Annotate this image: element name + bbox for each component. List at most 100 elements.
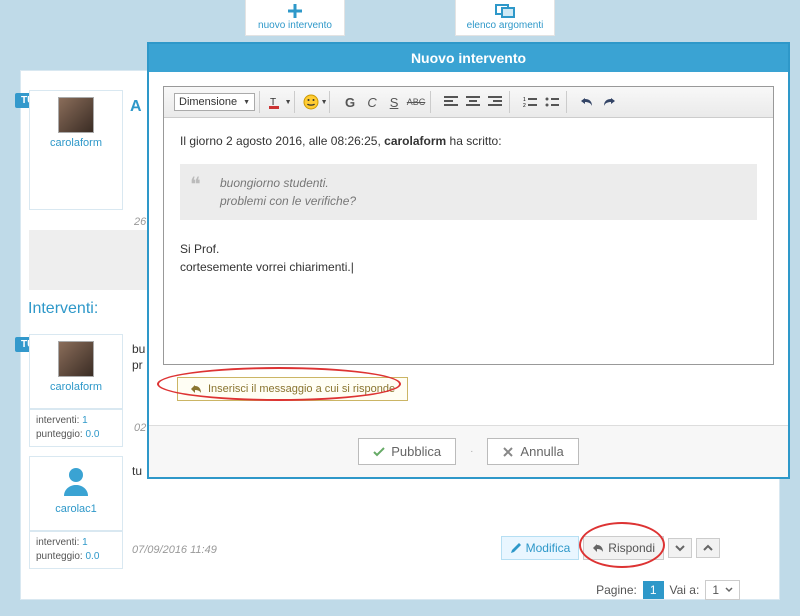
editor: Dimensione ▼ T ▼ ▼ G C S ABC [163,86,774,365]
stat-label: punteggio: [36,429,83,440]
align-right-icon [488,96,502,108]
modal-body: Dimensione ▼ T ▼ ▼ G C S ABC [149,72,788,425]
interventi-heading: Interventi: [28,300,98,318]
editor-toolbar: Dimensione ▼ T ▼ ▼ G C S ABC [164,87,773,118]
align-center-icon [466,96,480,108]
nuovo-intervento-label: nuovo intervento [258,20,332,31]
plus-icon [284,4,306,18]
undo-button[interactable] [577,92,597,112]
pages-label: Pagine: [596,583,637,597]
separator-dot: · [470,446,473,457]
pencil-icon [510,542,522,554]
align-left-button[interactable] [441,92,461,112]
elenco-argomenti-label: elenco argomenti [467,20,544,31]
modify-button[interactable]: Modifica [501,536,580,560]
check-icon [373,446,385,458]
nuovo-intervento-button[interactable]: nuovo intervento [245,0,345,36]
user-card: carolaform [29,90,123,210]
editor-line: Si Prof. [180,240,757,258]
stat-label: punteggio: [36,551,83,562]
underline-button[interactable]: S [384,92,404,112]
quote-line: problemi con le verifiche? [220,192,745,210]
user-stats: interventi: 1 punteggio: 0.0 [29,409,123,447]
stat-value: 1 [82,537,88,548]
quote-intro: Il giorno 2 agosto 2016, alle 08:26:25, … [180,132,757,150]
ul-icon [545,96,559,108]
post-timestamp: 26 [134,216,146,228]
user-card: carolac1 [29,456,123,531]
user-card: carolaform [29,334,123,409]
pager: Pagine: 1 Vai a: 1 [596,580,740,600]
italic-button[interactable]: C [362,92,382,112]
user-link[interactable]: carolaform [50,137,102,149]
goto-value: 1 [712,583,719,597]
redo-icon [602,96,616,108]
new-post-modal: Nuovo intervento Dimensione ▼ T ▼ ▼ [147,42,790,479]
dropdown-triangle-icon: ▼ [285,99,292,106]
post-body-fragment: bu [132,342,145,356]
publish-button[interactable]: Pubblica [358,438,456,465]
quote-intro-suffix: ha scritto: [446,134,501,148]
chevron-up-icon [703,543,713,553]
reply-label: Rispondi [608,541,655,555]
collapse-up-button[interactable] [696,538,720,558]
stat-value: 1 [82,415,88,426]
modify-label: Modifica [526,541,571,555]
redo-button[interactable] [599,92,619,112]
dropdown-triangle-icon: ▼ [321,99,328,106]
unordered-list-button[interactable] [542,92,562,112]
text-color-button[interactable]: T ▼ [270,92,290,112]
post-body-fragment: tu [132,464,142,478]
post-body-fragment: pr [132,358,143,372]
quote-intro-author: carolaform [384,134,446,148]
ordered-list-button[interactable]: 12 [520,92,540,112]
insert-quoted-message-button[interactable]: Inserisci il messaggio a cui si risponde [177,377,408,401]
editor-line: cortesemente vorrei chiarimenti. [180,258,757,276]
stat-label: interventi: [36,415,79,426]
page-current[interactable]: 1 [643,581,664,599]
font-size-label: Dimensione [179,96,237,108]
align-right-button[interactable] [485,92,505,112]
stat-value: 0.0 [86,429,100,440]
emoji-button[interactable]: ▼ [305,92,325,112]
align-left-icon [444,96,458,108]
user-link[interactable]: carolaform [50,381,102,393]
avatar [58,97,94,133]
quote-box: buongiorno studenti. problemi con le ver… [180,164,757,220]
bold-button[interactable]: G [340,92,360,112]
publish-label: Pubblica [391,444,441,459]
reply-arrow-icon [592,542,604,554]
smiley-icon [303,94,319,110]
expand-down-button[interactable] [668,538,692,558]
elenco-argomenti-button[interactable]: elenco argomenti [455,0,555,36]
reply-button[interactable]: Rispondi [583,536,664,560]
editor-body: Si Prof. cortesemente vorrei chiarimenti… [180,240,757,276]
modal-title: Nuovo intervento [149,44,788,72]
post-timestamp: 02 [134,422,146,434]
ol-icon: 12 [523,96,537,108]
undo-icon [580,96,594,108]
quote-intro-prefix: Il giorno 2 agosto 2016, alle 08:26:25, [180,134,384,148]
avatar-generic-icon [58,463,94,499]
post-timestamp: 07/09/2016 11:49 [132,544,217,556]
dropdown-triangle-icon: ▼ [243,99,250,106]
close-icon [502,446,514,458]
post-actions: Modifica Rispondi [501,536,720,560]
font-size-select[interactable]: Dimensione ▼ [174,93,255,111]
user-stats: interventi: 1 punteggio: 0.0 [29,531,123,569]
insert-quoted-message-label: Inserisci il messaggio a cui si risponde [208,383,395,395]
reply-arrow-icon [190,383,202,395]
strikethrough-button[interactable]: ABC [406,92,426,112]
align-center-button[interactable] [463,92,483,112]
cancel-button[interactable]: Annulla [487,438,578,465]
thread-title: A [130,98,142,116]
avatar [58,341,94,377]
goto-label: Vai a: [670,583,700,597]
goto-select[interactable]: 1 [705,580,740,600]
list-icon [494,4,516,18]
editor-content[interactable]: Il giorno 2 agosto 2016, alle 08:26:25, … [164,118,773,364]
user-link[interactable]: carolac1 [55,503,97,515]
modal-footer: Pubblica · Annulla [149,425,788,477]
chevron-down-icon [725,586,733,594]
cancel-label: Annulla [520,444,563,459]
